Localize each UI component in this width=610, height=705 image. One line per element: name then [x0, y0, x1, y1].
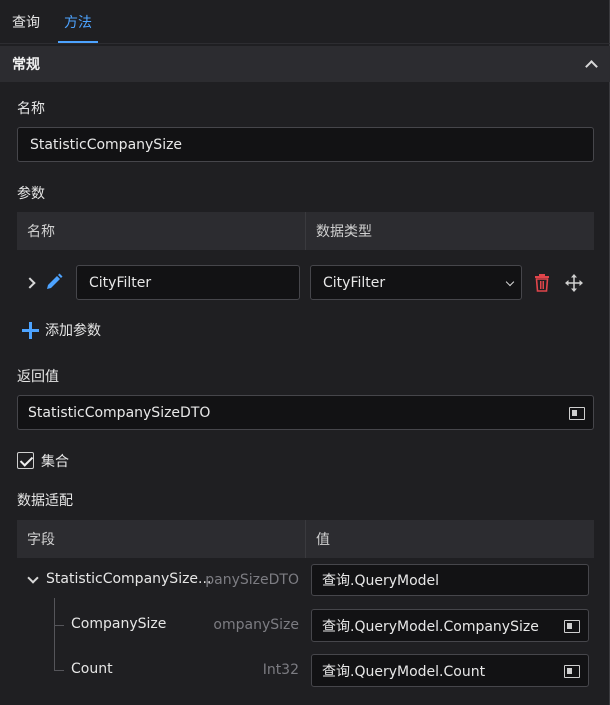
mapping-row-type: panySizeDTO: [205, 572, 299, 588]
param-name-value: CityFilter: [89, 274, 152, 291]
mapping-column-field: 字段: [27, 532, 55, 548]
mapping-column-value: 值: [305, 520, 594, 558]
chevron-right-icon[interactable]: [26, 277, 36, 287]
add-param-label: 添加参数: [45, 323, 101, 339]
mapping-value-input[interactable]: 查询.QueryModel.CompanySize: [311, 609, 589, 642]
return-value-label: 返回值: [17, 369, 59, 385]
tab-bar: 查询 方法: [0, 0, 610, 44]
tree-guide-branch: [54, 625, 64, 626]
param-type-value: CityFilter: [323, 274, 386, 291]
add-param-button[interactable]: 添加参数: [22, 320, 101, 340]
collection-label: 集合: [41, 454, 69, 470]
tab-method-label: 方法: [64, 14, 92, 31]
mapping-row-field: CompanySize: [71, 616, 167, 632]
params-column-type: 数据类型: [305, 212, 594, 250]
mapping-value-input[interactable]: 查询.QueryModel.Count: [311, 654, 589, 687]
param-name-input[interactable]: CityFilter: [76, 265, 300, 300]
mapping-row-field: Count: [71, 661, 113, 677]
params-label: 参数: [17, 186, 45, 202]
tab-method[interactable]: 方法: [52, 0, 104, 43]
mapping-table-header: 字段 值: [17, 520, 594, 558]
return-value-input[interactable]: StatisticCompanySizeDTO: [17, 395, 594, 430]
name-input[interactable]: StatisticCompanySize: [17, 127, 594, 162]
trash-icon[interactable]: [533, 273, 551, 293]
mapping-value-text: 查询.QueryModel: [322, 573, 440, 589]
picker-icon[interactable]: [564, 619, 580, 633]
mapping-row-type: Int32: [262, 662, 299, 678]
chevron-down-icon[interactable]: [27, 574, 37, 584]
picker-icon[interactable]: [569, 406, 585, 420]
mapping-value-input[interactable]: 查询.QueryModel: [311, 564, 589, 596]
params-column-name: 名称: [27, 224, 55, 240]
mapping-row-type: ompanySize: [213, 617, 299, 633]
section-title: 常规: [12, 57, 40, 73]
return-value-text: StatisticCompanySizeDTO: [28, 404, 211, 421]
mapping-value-text: 查询.QueryModel.CompanySize: [322, 618, 539, 635]
section-general-header[interactable]: 常规: [0, 46, 610, 82]
pencil-icon[interactable]: [44, 272, 64, 292]
tree-guide-line: [54, 598, 55, 670]
picker-icon[interactable]: [564, 664, 580, 678]
name-input-value: StatisticCompanySize: [30, 136, 183, 153]
tab-query-label: 查询: [12, 14, 40, 31]
name-label: 名称: [17, 101, 45, 117]
data-mapping-label: 数据适配: [17, 493, 73, 509]
params-table-header: 名称 数据类型: [17, 212, 594, 250]
mapping-row-field: StatisticCompanySize...: [46, 571, 212, 587]
tab-query[interactable]: 查询: [0, 0, 52, 43]
chevron-down-icon: [505, 277, 515, 287]
properties-panel: 查询 方法 常规 名称 StatisticCompanySize 参数 名称 数…: [0, 0, 610, 705]
collection-checkbox[interactable]: [17, 452, 34, 469]
plus-icon: [22, 321, 39, 339]
move-icon[interactable]: [564, 273, 584, 293]
mapping-value-text: 查询.QueryModel.Count: [322, 663, 486, 680]
chevron-up-icon[interactable]: [584, 57, 598, 71]
tree-guide-branch: [54, 670, 64, 671]
param-type-select[interactable]: CityFilter: [310, 265, 522, 300]
